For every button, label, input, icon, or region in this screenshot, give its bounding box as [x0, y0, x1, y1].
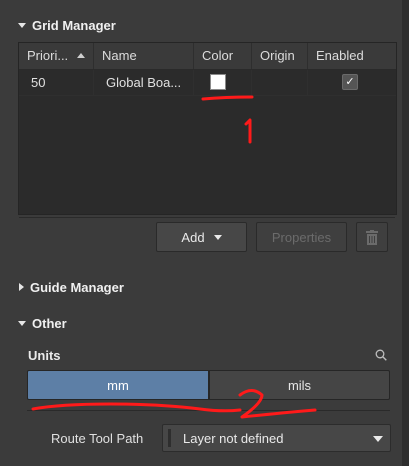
delete-button[interactable]: [356, 222, 388, 252]
cell-name: Global Boa...: [94, 70, 194, 95]
column-label: Origin: [260, 48, 295, 63]
route-tool-path-select[interactable]: Layer not defined: [162, 424, 391, 452]
chevron-down-icon: [213, 234, 222, 240]
column-header-priority[interactable]: Priori...: [19, 43, 94, 69]
panel-right-border: [402, 0, 409, 466]
expand-triangle-icon: [19, 283, 24, 291]
route-tool-path-value: Layer not defined: [183, 431, 284, 446]
column-label: Color: [202, 48, 234, 63]
color-swatch[interactable]: [210, 74, 226, 90]
collapse-triangle-icon: [18, 22, 26, 28]
column-header-name[interactable]: Name: [94, 43, 194, 69]
guide-manager-header[interactable]: Guide Manager: [0, 276, 409, 298]
cell-color: [194, 70, 252, 95]
trash-icon: [366, 229, 378, 245]
cell-enabled: ✓: [308, 70, 396, 95]
other-title: Other: [32, 315, 67, 331]
other-header[interactable]: Other: [0, 312, 409, 334]
units-option-mils[interactable]: mils: [209, 370, 390, 400]
chevron-down-icon: [373, 436, 383, 442]
column-header-color[interactable]: Color: [194, 43, 252, 69]
dropdown-handle: [168, 429, 171, 447]
properties-button[interactable]: Properties: [256, 222, 347, 252]
add-button-label: Add: [181, 229, 205, 245]
grid-manager-title: Grid Manager: [32, 17, 116, 33]
units-option-label: mils: [287, 377, 312, 393]
units-option-mm[interactable]: mm: [27, 370, 209, 400]
search-icon[interactable]: [375, 349, 387, 361]
cell-origin: [252, 70, 308, 95]
column-header-enabled[interactable]: Enabled: [308, 43, 396, 69]
units-label: Units: [28, 348, 61, 363]
guide-manager-title: Guide Manager: [30, 279, 124, 295]
properties-button-label: Properties: [271, 229, 332, 245]
column-header-origin[interactable]: Origin: [252, 43, 308, 69]
divider: [27, 410, 390, 411]
cell-priority: 50: [19, 70, 94, 95]
grid-manager-header[interactable]: Grid Manager: [0, 14, 409, 36]
divider: [19, 217, 395, 218]
collapse-triangle-icon: [18, 320, 26, 326]
grid-table-header: Priori... Name Color Origin Enabled: [19, 43, 396, 70]
add-button[interactable]: Add: [156, 222, 247, 252]
column-label: Enabled: [316, 48, 364, 63]
route-tool-path-label: Route Tool Path: [51, 431, 144, 446]
column-label: Name: [102, 48, 137, 63]
grid-table: Priori... Name Color Origin Enabled 50 G…: [18, 42, 397, 215]
enabled-checkbox[interactable]: ✓: [342, 74, 358, 90]
column-label: Priori...: [27, 48, 69, 63]
table-row[interactable]: 50 Global Boa... ✓: [19, 70, 396, 96]
units-option-label: mm: [107, 377, 129, 393]
sort-ascending-icon: [77, 53, 85, 58]
